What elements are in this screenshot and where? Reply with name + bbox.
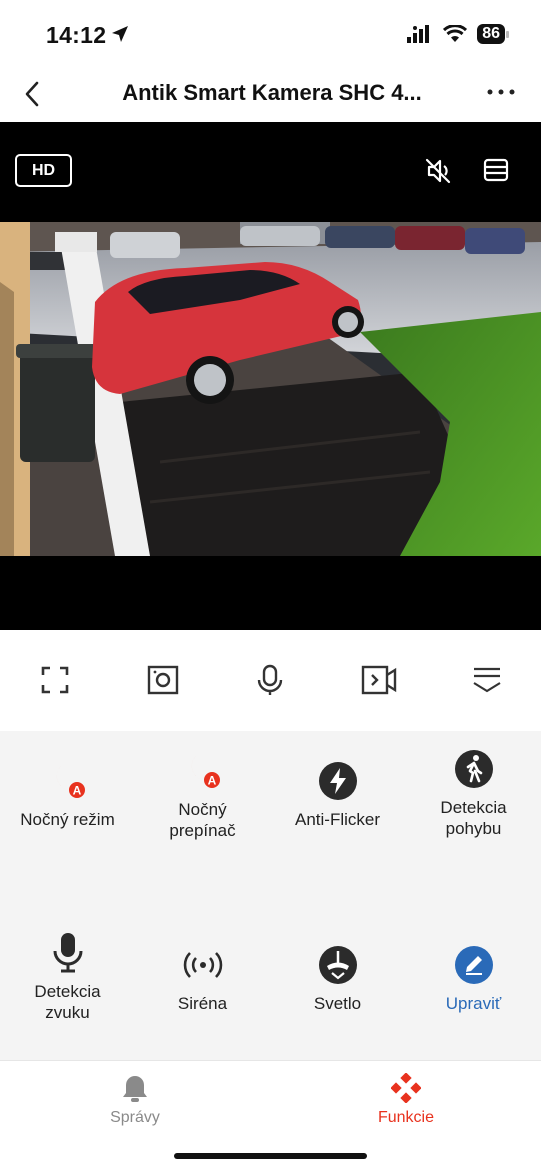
feature-label: Svetlo: [313, 994, 362, 1013]
chevron-collapse-icon: [473, 667, 501, 693]
light-icon: [316, 943, 360, 987]
fullscreen-icon: [41, 666, 69, 694]
feature-anti-flicker[interactable]: Anti-Flicker: [270, 759, 405, 830]
walking-person-icon: [452, 747, 496, 791]
layout-list-icon: [483, 158, 509, 182]
microphone-icon: [257, 664, 283, 695]
status-time: 14:12: [46, 22, 107, 48]
fullscreen-button[interactable]: [35, 660, 75, 700]
edit-pencil-icon: [452, 943, 496, 987]
tab-label: Správy: [110, 1109, 160, 1126]
status-bar: 14:12 86: [0, 0, 541, 70]
svg-text:A: A: [207, 774, 216, 788]
feature-label: Upraviť: [445, 994, 502, 1013]
feature-siren[interactable]: Siréna: [135, 943, 270, 1014]
night-switch-auto-icon: A: [181, 749, 225, 793]
siren-icon: [181, 943, 225, 987]
talk-button[interactable]: [250, 660, 290, 700]
feature-label: Detekcia zvuku: [34, 982, 101, 1022]
camera-feed-image[interactable]: [0, 222, 541, 556]
camera-snapshot-icon: [147, 665, 179, 695]
collapse-controls-button[interactable]: [467, 660, 507, 700]
video-record-icon: [361, 665, 397, 695]
screenshot-button[interactable]: [143, 660, 183, 700]
bell-icon: [123, 1076, 147, 1102]
feature-sound-detection[interactable]: Detekcia zvuku: [0, 931, 135, 1023]
nav-bar: Antik Smart Kamera SHC 4...: [0, 70, 541, 122]
wifi-icon: [443, 25, 468, 42]
night-mode-auto-icon: A: [46, 759, 90, 803]
feature-label: Nočný režim: [20, 810, 115, 829]
video-controls: [0, 630, 541, 730]
feature-night-switch[interactable]: A Nočný prepínač: [135, 749, 270, 841]
tab-messages[interactable]: Správy: [65, 1073, 205, 1127]
feature-motion-detection[interactable]: Detekcia pohybu: [406, 747, 541, 839]
chevron-left-icon: [25, 81, 39, 107]
feature-label: Anti-Flicker: [294, 810, 380, 829]
feature-light[interactable]: Svetlo: [270, 943, 405, 1014]
status-icons: 86: [407, 24, 509, 44]
more-options-button[interactable]: [485, 80, 517, 104]
tab-label: Funkcie: [377, 1109, 435, 1126]
microphone-icon: [46, 931, 90, 975]
video-player[interactable]: HD: [0, 122, 541, 630]
back-button[interactable]: [18, 78, 46, 110]
tab-functions[interactable]: Funkcie: [336, 1073, 476, 1127]
feature-night-mode[interactable]: A Nočný režim: [0, 759, 135, 830]
feature-label: Detekcia pohybu: [440, 798, 507, 838]
feature-label: Siréna: [177, 994, 228, 1013]
record-button[interactable]: [359, 660, 399, 700]
page-title: Antik Smart Kamera SHC 4...: [122, 80, 422, 105]
svg-text:A: A: [72, 784, 81, 798]
feature-edit[interactable]: Upraviť: [406, 943, 541, 1014]
home-indicator: [174, 1153, 367, 1159]
battery-indicator: 86: [477, 24, 509, 44]
camera-scene: [0, 222, 541, 556]
feature-label: Nočný prepínač: [169, 800, 236, 840]
speaker-muted-icon: [425, 158, 451, 184]
layout-toggle-button[interactable]: [482, 156, 512, 186]
quality-hd-button[interactable]: HD: [15, 154, 72, 187]
flash-icon: [316, 759, 360, 803]
cellular-signal-icon: [407, 25, 430, 43]
location-arrow-icon: [112, 26, 128, 42]
mute-button[interactable]: [423, 156, 453, 186]
features-panel: A Nočný režim A Nočný prepínač Anti-Flic…: [0, 731, 541, 1060]
diamond-grid-icon: [391, 1073, 421, 1103]
more-dots-icon: [487, 89, 515, 95]
